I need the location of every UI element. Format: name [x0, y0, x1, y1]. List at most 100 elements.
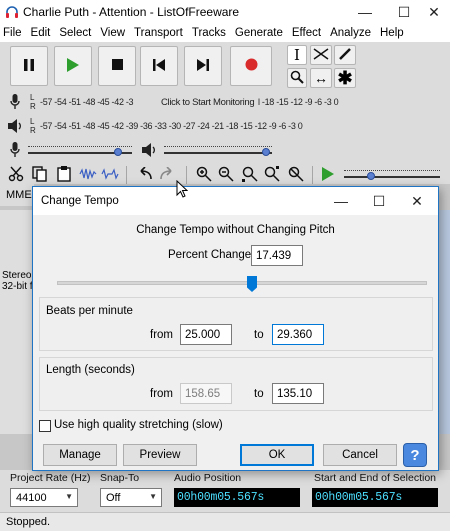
playback-volume-slider[interactable]: [164, 152, 272, 154]
paste-icon[interactable]: [54, 164, 74, 184]
length-to-label: to: [254, 388, 264, 400]
menu-file[interactable]: File: [0, 27, 28, 39]
snap-to-combo[interactable]: Off ▼: [100, 488, 162, 507]
window-title: Charlie Puth - Attention - ListOfFreewar…: [23, 5, 240, 19]
cancel-button[interactable]: Cancel: [323, 444, 397, 466]
play-at-speed-icon[interactable]: [318, 164, 338, 184]
play-button[interactable]: [54, 46, 92, 86]
record-meter-scale: -57 -54 -51 -48 -45 -42 -3: [40, 97, 134, 107]
click-to-start-monitoring[interactable]: Click to Start Monitoring: [161, 97, 255, 108]
toolbar-area: I ↔ ✱ LR -57 -54 -51 -48 -45 -42 -3 Clic…: [0, 42, 450, 184]
meter-left-channel: L: [30, 117, 35, 126]
length-to-field[interactable]: 135.10: [272, 383, 324, 404]
play-speed-thumb[interactable]: [367, 172, 375, 180]
record-button[interactable]: [230, 46, 272, 86]
multi-tool-button[interactable]: ✱: [334, 68, 356, 88]
length-from-label: from: [150, 388, 173, 400]
menu-analyze[interactable]: Analyze: [327, 27, 377, 39]
preview-button[interactable]: Preview: [123, 444, 197, 466]
zoom-toggle-icon[interactable]: [286, 164, 306, 184]
project-rate-label: Project Rate (Hz): [10, 472, 91, 484]
change-tempo-dialog: Change Tempo — ☐ ✕ Change Tempo without …: [32, 186, 439, 471]
envelope-tool-button[interactable]: [310, 45, 332, 65]
manage-button[interactable]: Manage: [43, 444, 117, 466]
asterisk-icon: ✱: [337, 67, 353, 88]
minimize-icon[interactable]: —: [323, 187, 359, 215]
time-shift-tool-button[interactable]: ↔: [310, 68, 332, 88]
status-text: Stopped.: [6, 516, 51, 528]
snap-to-label: Snap-To: [100, 472, 140, 484]
zoom-tool-button[interactable]: [287, 68, 307, 88]
menu-view[interactable]: View: [97, 27, 131, 39]
fit-project-icon[interactable]: [262, 164, 282, 184]
track-control-panel[interactable]: Stereo, 32-bit f: [0, 210, 34, 434]
menu-help[interactable]: Help: [377, 27, 410, 39]
audio-position-time[interactable]: 00h00m05.567s: [174, 488, 300, 507]
zoom-in-icon[interactable]: [194, 164, 214, 184]
draw-tool-button[interactable]: [334, 45, 356, 65]
menu-effect[interactable]: Effect: [289, 27, 327, 39]
bpm-from-field[interactable]: 25.000: [180, 324, 232, 345]
undo-icon[interactable]: [134, 164, 154, 184]
hq-stretching-checkbox[interactable]: [39, 420, 51, 432]
maximize-icon[interactable]: ☐: [387, 0, 421, 24]
minimize-icon[interactable]: —: [348, 0, 382, 24]
menu-tracks[interactable]: Tracks: [189, 27, 232, 39]
menu-bar: File Edit Select View Transport Tracks G…: [0, 24, 450, 42]
cut-icon[interactable]: [6, 164, 26, 184]
percent-change-slider[interactable]: [57, 281, 427, 285]
microphone-icon: [6, 140, 24, 160]
play-speed-slider[interactable]: [344, 176, 440, 178]
host-combo[interactable]: MME: [0, 184, 34, 206]
percent-change-slider-thumb[interactable]: [247, 276, 257, 292]
stop-button[interactable]: [98, 46, 136, 86]
ok-button[interactable]: OK: [240, 444, 314, 466]
skip-to-start-button[interactable]: [140, 46, 178, 86]
hq-stretching-label[interactable]: Use high quality stretching (slow): [54, 419, 223, 431]
record-icon: [245, 58, 258, 74]
i-beam-icon: I: [294, 46, 300, 64]
menu-transport[interactable]: Transport: [131, 27, 189, 39]
maximize-icon[interactable]: ☐: [361, 187, 397, 215]
dialog-heading: Change Tempo without Changing Pitch: [136, 224, 335, 236]
trim-audio-icon[interactable]: [78, 164, 98, 184]
track-format-line2: 32-bit f: [2, 281, 33, 292]
skip-to-end-icon: [197, 58, 209, 74]
length-group: Length (seconds) from 158.65 to 135.10: [39, 357, 433, 411]
dialog-titlebar: Change Tempo — ☐ ✕: [33, 187, 438, 215]
speaker-icon[interactable]: [6, 116, 24, 136]
silence-audio-icon[interactable]: [100, 164, 120, 184]
skip-to-start-icon: [153, 58, 165, 74]
close-icon[interactable]: ✕: [399, 187, 435, 215]
status-bar: Stopped.: [0, 512, 450, 531]
menu-generate[interactable]: Generate: [232, 27, 289, 39]
envelope-icon: [313, 47, 329, 64]
help-button[interactable]: ?: [403, 443, 427, 467]
percent-change-label: Percent Change:: [168, 249, 255, 261]
redo-icon[interactable]: [158, 164, 178, 184]
fit-selection-icon[interactable]: [240, 164, 260, 184]
menu-edit[interactable]: Edit: [28, 27, 57, 39]
selection-start-time[interactable]: 00h00m05.567s: [312, 488, 438, 507]
project-rate-combo[interactable]: 44100 ▼: [10, 488, 78, 507]
dialog-title: Change Tempo: [41, 195, 119, 207]
skip-to-end-button[interactable]: [184, 46, 222, 86]
copy-icon[interactable]: [30, 164, 50, 184]
meter-right-channel: R: [30, 102, 36, 111]
project-rate-value: 44100: [16, 491, 47, 504]
pause-button[interactable]: [10, 46, 48, 86]
microphone-icon[interactable]: [6, 92, 24, 112]
close-icon[interactable]: ✕: [417, 0, 450, 24]
stop-icon: [111, 59, 123, 73]
zoom-out-icon[interactable]: [216, 164, 236, 184]
bpm-to-field[interactable]: 29.360: [272, 324, 324, 345]
selection-tool-button[interactable]: I: [287, 45, 307, 65]
percent-change-field[interactable]: 17.439: [251, 245, 303, 266]
headphones-icon: [5, 5, 19, 19]
menu-select[interactable]: Select: [56, 27, 97, 39]
audio-position-label: Audio Position: [174, 472, 242, 484]
track-format-line1: Stereo,: [2, 270, 35, 281]
playback-volume-thumb[interactable]: [262, 148, 270, 156]
selection-toolbar: Project Rate (Hz) 44100 ▼ Snap-To Off ▼ …: [0, 470, 450, 512]
recording-volume-thumb[interactable]: [114, 148, 122, 156]
